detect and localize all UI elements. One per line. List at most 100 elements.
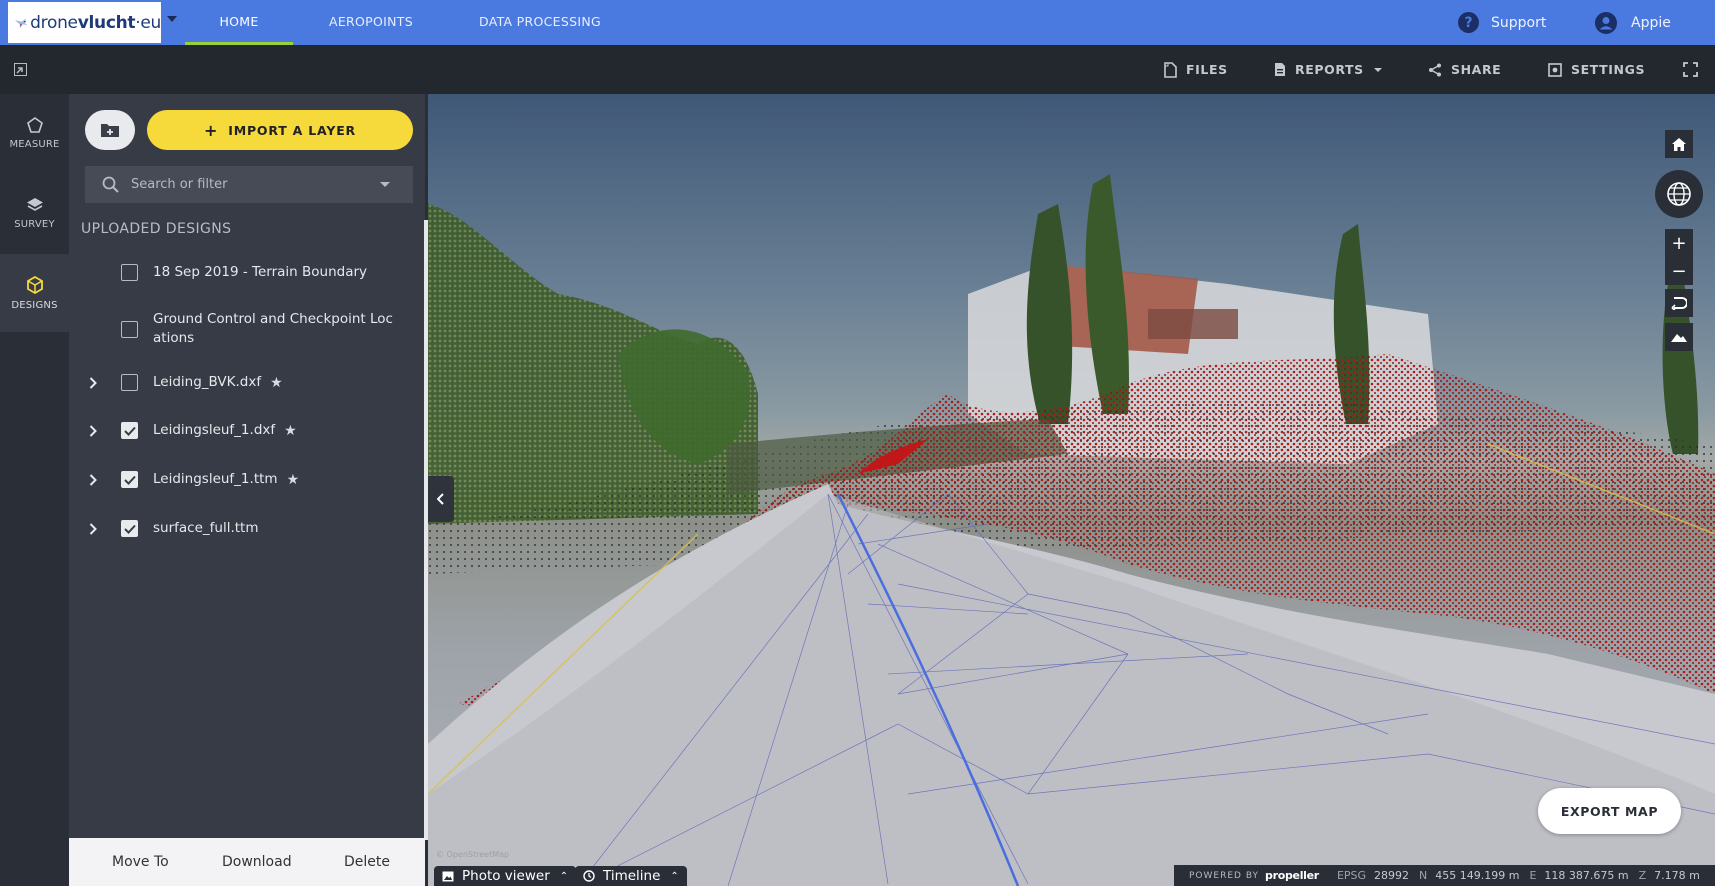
tab-home[interactable]: HOME xyxy=(185,0,293,45)
import-layer-button[interactable]: + IMPORT A LAYER xyxy=(147,110,413,150)
star-icon[interactable]: ★ xyxy=(284,423,297,439)
download-button[interactable]: Download xyxy=(222,854,292,870)
settings-button[interactable]: SETTINGS xyxy=(1548,45,1645,94)
brand-logo[interactable]: dronevlucht·eu xyxy=(8,2,161,43)
filter-dropdown-icon[interactable] xyxy=(380,182,390,187)
design-name: 18 Sep 2019 - Terrain Boundary xyxy=(153,264,368,280)
rail-item-measure[interactable]: MEASURE xyxy=(0,94,69,172)
share-icon xyxy=(1429,63,1441,76)
design-checkbox[interactable] xyxy=(121,320,138,338)
star-icon[interactable]: ★ xyxy=(270,375,283,391)
rail-label: SURVEY xyxy=(14,218,55,230)
collapse-panel-button[interactable] xyxy=(428,476,454,522)
left-rail: MEASURE SURVEY DESIGNS xyxy=(0,94,69,886)
image-icon xyxy=(442,871,454,881)
search-input[interactable] xyxy=(131,177,371,192)
design-list-item[interactable]: Ground Control and Checkpoint Loc ations xyxy=(85,310,415,348)
northing-key: N xyxy=(1419,869,1428,882)
design-list-item[interactable]: Leidingsleuf_1.ttm ★ xyxy=(85,470,415,489)
mountain-icon xyxy=(1671,334,1687,342)
user-avatar-icon xyxy=(1595,11,1617,34)
rail-item-designs[interactable]: DESIGNS xyxy=(0,254,69,332)
files-button[interactable]: FILES xyxy=(1163,45,1228,94)
design-list-item[interactable]: surface_full.ttm xyxy=(85,519,415,538)
home-view-button[interactable] xyxy=(1665,130,1693,158)
design-checkbox[interactable] xyxy=(121,520,138,537)
user-name: Appie xyxy=(1631,14,1671,31)
design-name: Leidingsleuf_1.dxf xyxy=(153,422,276,438)
zoom-out-button[interactable]: − xyxy=(1665,257,1693,285)
account-switch-caret-icon[interactable] xyxy=(167,16,177,22)
chevron-down-icon xyxy=(1373,67,1382,72)
chevron-right-icon[interactable] xyxy=(85,522,101,535)
tab-data-processing[interactable]: DATA PROCESSING xyxy=(479,0,601,45)
reports-button[interactable]: REPORTS xyxy=(1274,45,1382,94)
epsg-key: EPSG xyxy=(1336,869,1367,882)
timeline-tab[interactable]: Timeline ⌃ xyxy=(575,866,687,886)
design-checkbox[interactable] xyxy=(121,422,138,439)
design-name: Ground Control and Checkpoint Loc ations xyxy=(153,311,393,346)
plus-icon: + xyxy=(204,120,219,140)
easting-value: 118 387.675 m xyxy=(1544,869,1629,882)
star-icon[interactable]: ★ xyxy=(287,472,300,488)
map-attribution[interactable]: © OpenStreetMap xyxy=(436,850,509,859)
northing-value: 455 149.199 m xyxy=(1435,869,1520,882)
top-navbar: dronevlucht·eu HOME AEROPOINTS DATA PROC… xyxy=(0,0,1715,45)
search-icon xyxy=(102,176,119,193)
clock-icon xyxy=(583,870,595,882)
chevron-right-icon[interactable] xyxy=(85,424,101,437)
rotate-reset-button[interactable] xyxy=(1665,289,1693,317)
export-map-button[interactable]: EXPORT MAP xyxy=(1538,788,1681,834)
help-icon: ? xyxy=(1458,12,1479,33)
search-bar xyxy=(85,166,413,203)
chevron-right-icon[interactable] xyxy=(85,376,101,389)
section-title: UPLOADED DESIGNS xyxy=(81,221,232,237)
rail-label: MEASURE xyxy=(9,138,60,150)
home-icon xyxy=(1672,137,1686,151)
epsg-value[interactable]: 28992 xyxy=(1374,869,1409,882)
photo-viewer-tab[interactable]: Photo viewer ⌃ xyxy=(434,866,577,886)
design-list-item[interactable]: Leidingsleuf_1.dxf ★ xyxy=(85,421,415,440)
move-to-button[interactable]: Move To xyxy=(112,854,169,870)
cube-icon xyxy=(26,275,43,294)
folder-plus-icon xyxy=(101,124,119,137)
chevron-up-icon: ⌃ xyxy=(670,870,679,882)
zoom-in-button[interactable]: + xyxy=(1665,229,1693,257)
rail-label: DESIGNS xyxy=(11,299,58,311)
rail-item-survey[interactable]: SURVEY xyxy=(0,174,69,252)
map-toolbar: FILES REPORTS SHARE SETTINGS xyxy=(0,45,1715,94)
elevation-key: Z xyxy=(1638,869,1647,882)
powered-by-label: POWERED BY xyxy=(1189,870,1260,881)
design-checkbox[interactable] xyxy=(121,264,138,281)
design-checkbox[interactable] xyxy=(121,471,138,488)
layers-icon xyxy=(26,197,43,211)
globe-icon xyxy=(1667,182,1691,206)
share-button[interactable]: SHARE xyxy=(1428,45,1501,94)
design-checkbox[interactable] xyxy=(121,374,138,391)
user-menu[interactable]: Appie xyxy=(1595,0,1671,45)
chevron-left-icon xyxy=(437,493,444,505)
tab-aeropoints[interactable]: AEROPOINTS xyxy=(329,0,413,45)
hummingbird-logo-icon xyxy=(14,17,28,28)
import-layer-label: IMPORT A LAYER xyxy=(228,122,356,138)
terrain-view-button[interactable] xyxy=(1665,323,1693,351)
delete-button[interactable]: Delete xyxy=(344,854,390,870)
compass-navigator[interactable] xyxy=(1655,170,1703,218)
designs-panel xyxy=(69,94,425,838)
fullscreen-icon[interactable] xyxy=(1683,62,1698,77)
add-folder-button[interactable] xyxy=(85,110,135,150)
support-link[interactable]: ? Support xyxy=(1458,0,1546,45)
chevron-right-icon[interactable] xyxy=(85,473,101,486)
design-list-item[interactable]: Leiding_BVK.dxf ★ xyxy=(85,373,415,392)
support-label: Support xyxy=(1491,14,1547,31)
minimize-view-icon[interactable] xyxy=(14,63,27,76)
design-name: surface_full.ttm xyxy=(153,520,259,536)
point-cloud-scene xyxy=(428,174,1715,886)
design-list-item[interactable]: 18 Sep 2019 - Terrain Boundary xyxy=(85,263,415,282)
polygon-icon xyxy=(26,116,43,133)
undo-rotate-icon xyxy=(1671,297,1687,310)
file-icon xyxy=(1164,61,1177,78)
design-name: Leidingsleuf_1.ttm xyxy=(153,471,278,487)
elevation-value: 7.178 m xyxy=(1654,869,1700,882)
map-viewport-3d[interactable] xyxy=(428,94,1715,886)
